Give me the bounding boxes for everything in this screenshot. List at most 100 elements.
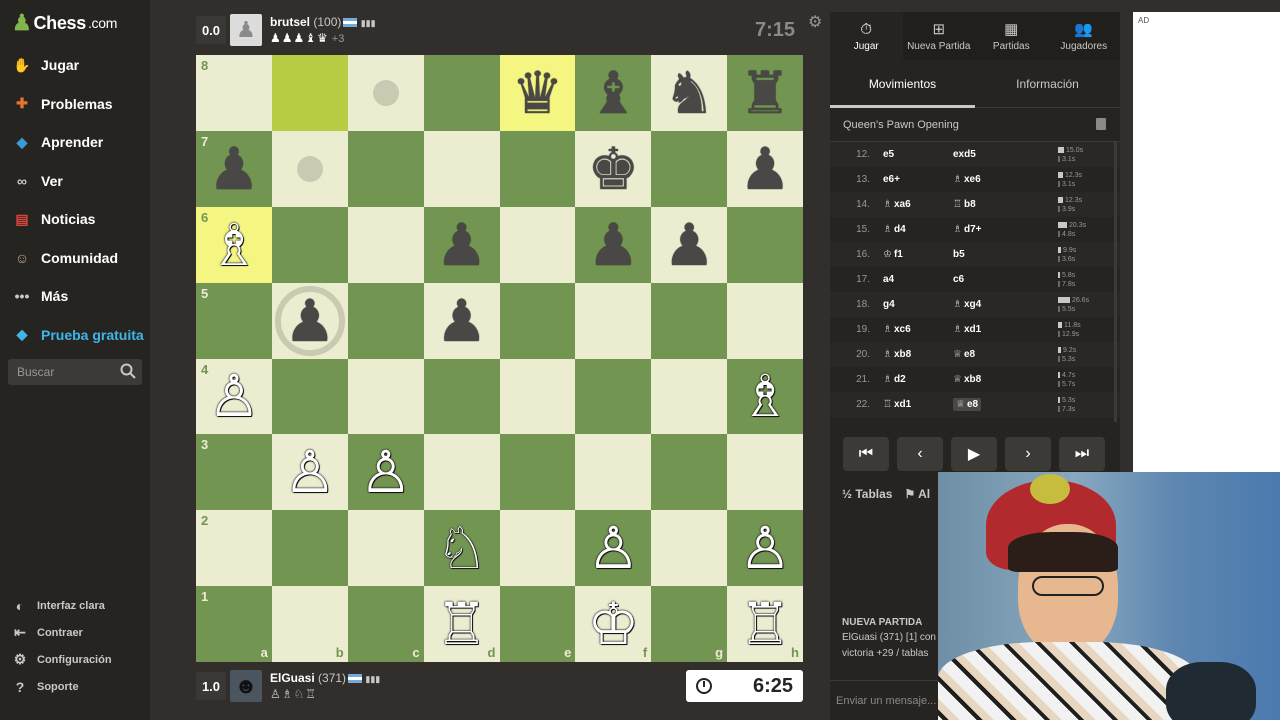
square-g4[interactable] — [651, 358, 728, 435]
black-piece-e8[interactable]: ♛ — [511, 64, 563, 122]
subtab-info[interactable]: Información — [975, 60, 1120, 107]
square-f7[interactable]: ♚ — [575, 130, 652, 207]
square-a1[interactable]: 1a — [196, 586, 272, 662]
top-player-avatar[interactable]: ♟ — [230, 14, 262, 46]
square-g1[interactable]: g — [651, 586, 728, 662]
square-d1[interactable]: d ♖ — [423, 586, 500, 662]
square-a5[interactable]: 5 — [196, 282, 272, 359]
ad-slot[interactable]: AD — [1133, 12, 1280, 472]
square-b2[interactable] — [271, 510, 348, 587]
move-hint-dot[interactable] — [372, 79, 399, 106]
square-h1[interactable]: h ♖ — [727, 586, 803, 662]
square-g5[interactable] — [651, 282, 728, 359]
square-d8[interactable] — [423, 55, 500, 131]
sidebar-item-prueba-gratuita[interactable]: ◆ Prueba gratuita — [0, 316, 150, 355]
square-a8[interactable]: 8 — [196, 55, 272, 131]
square-h5[interactable] — [727, 282, 803, 359]
black-piece-d5[interactable]: ♟ — [436, 292, 488, 350]
white-move[interactable]: ♗ xc6 — [870, 324, 953, 335]
square-c8[interactable] — [347, 55, 424, 131]
square-a6[interactable]: 6 ♗ — [196, 206, 272, 283]
square-f2[interactable]: ♙ — [575, 510, 652, 587]
square-h3[interactable] — [727, 434, 803, 511]
square-e1[interactable]: e — [499, 586, 576, 662]
square-d5[interactable]: ♟ — [423, 282, 500, 359]
move-hint-dot[interactable] — [296, 155, 323, 182]
square-e3[interactable] — [499, 434, 576, 511]
play-button[interactable]: ▶ — [951, 437, 997, 471]
square-h6[interactable] — [727, 206, 803, 283]
square-b7[interactable] — [271, 130, 348, 207]
abort-button[interactable]: ⚑ Al — [904, 487, 930, 501]
square-h2[interactable]: ♙ — [727, 510, 803, 587]
tab-jugadores[interactable]: 👥 Jugadores — [1048, 12, 1121, 60]
white-move[interactable]: g4 — [870, 299, 953, 310]
next-move-button[interactable]: › — [1005, 437, 1051, 471]
black-move[interactable]: ♗ xg4 — [953, 299, 1058, 310]
white-move[interactable]: ♗ d2 — [870, 374, 953, 385]
square-a7[interactable]: 7 ♟ — [196, 130, 272, 207]
square-h4[interactable]: ♗ — [727, 358, 803, 435]
black-move[interactable]: ♖ b8 — [953, 199, 1058, 210]
square-e4[interactable] — [499, 358, 576, 435]
black-piece-h8[interactable]: ♜ — [739, 64, 791, 122]
white-move[interactable]: ♔ f1 — [870, 249, 953, 260]
square-e2[interactable] — [499, 510, 576, 587]
move-list-scrollbar[interactable] — [1114, 142, 1117, 422]
square-b6[interactable] — [271, 206, 348, 283]
last-move-button[interactable]: ⏭ — [1059, 437, 1105, 471]
search-input[interactable]: Buscar — [8, 359, 142, 385]
white-move[interactable]: ♖ xd1 — [870, 399, 953, 410]
white-piece-c3[interactable]: ♙ — [360, 443, 412, 501]
square-e8[interactable]: ♛ — [499, 55, 576, 131]
square-h7[interactable]: ♟ — [727, 130, 803, 207]
square-a3[interactable]: 3 — [196, 434, 272, 511]
white-piece-f2[interactable]: ♙ — [587, 519, 639, 577]
bottom-player-avatar[interactable]: ☻ — [230, 670, 262, 702]
white-piece-f1[interactable]: ♔ — [587, 595, 639, 653]
sidebar-bottom-soporte[interactable]: ? Soporte — [0, 673, 150, 700]
sidebar-bottom-configuración[interactable]: ⚙ Configuración — [0, 646, 150, 673]
square-e7[interactable] — [499, 130, 576, 207]
black-piece-f7[interactable]: ♚ — [587, 140, 639, 198]
white-piece-b3[interactable]: ♙ — [284, 443, 336, 501]
square-c2[interactable] — [347, 510, 424, 587]
capture-hint-ring[interactable] — [274, 285, 345, 356]
black-move[interactable]: ♕ e8 — [953, 349, 1058, 360]
white-move[interactable]: e6+ — [870, 174, 953, 185]
sidebar-item-comunidad[interactable]: ☺ Comunidad — [0, 239, 150, 278]
black-piece-h7[interactable]: ♟ — [739, 140, 791, 198]
white-move[interactable]: ♗ d4 — [870, 224, 953, 235]
white-move[interactable]: ♗ xb8 — [870, 349, 953, 360]
square-d3[interactable] — [423, 434, 500, 511]
sidebar-item-más[interactable]: ••• Más — [0, 277, 150, 316]
black-piece-g8[interactable]: ♞ — [663, 64, 715, 122]
white-piece-a4[interactable]: ♙ — [208, 367, 260, 425]
square-b1[interactable]: b — [271, 586, 348, 662]
tab-partidas[interactable]: ▦ Partidas — [975, 12, 1048, 60]
square-d7[interactable] — [423, 130, 500, 207]
square-g2[interactable] — [651, 510, 728, 587]
square-f4[interactable] — [575, 358, 652, 435]
bottom-player-name[interactable]: ElGuasi — [270, 671, 315, 685]
black-move[interactable]: ♗ xd1 — [953, 324, 1058, 335]
black-piece-f6[interactable]: ♟ — [587, 216, 639, 274]
sidebar-item-noticias[interactable]: ▤ Noticias — [0, 200, 150, 239]
search-icon[interactable] — [120, 363, 136, 379]
black-move[interactable]: ♗ xe6 — [953, 174, 1058, 185]
black-move[interactable]: ♕ e8 — [953, 398, 1058, 411]
chess-logo[interactable]: ♟ Chess .com — [12, 10, 117, 36]
square-b8[interactable] — [271, 55, 348, 131]
board-settings-gear-icon[interactable]: ⚙ — [808, 12, 822, 32]
white-piece-d2[interactable]: ♘ — [436, 519, 488, 577]
square-c5[interactable] — [347, 282, 424, 359]
square-a4[interactable]: 4 ♙ — [196, 358, 272, 435]
square-f5[interactable] — [575, 282, 652, 359]
square-c7[interactable] — [347, 130, 424, 207]
square-g7[interactable] — [651, 130, 728, 207]
square-g6[interactable]: ♟ — [651, 206, 728, 283]
square-d6[interactable]: ♟ — [423, 206, 500, 283]
square-f3[interactable] — [575, 434, 652, 511]
square-d2[interactable]: ♘ — [423, 510, 500, 587]
square-b3[interactable]: ♙ — [271, 434, 348, 511]
